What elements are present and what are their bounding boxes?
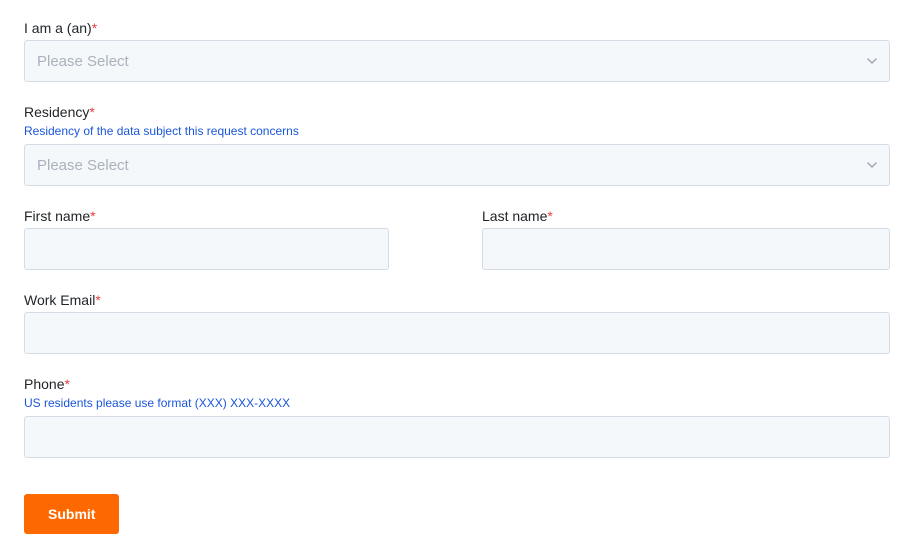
required-indicator: * [95,292,100,308]
last-name-label-text: Last name [482,208,547,224]
field-work-email: Work Email* [24,292,890,354]
data-request-form: I am a (an)* Please Select Residency* Re… [24,20,890,534]
field-residency: Residency* Residency of the data subject… [24,104,890,186]
required-indicator: * [547,208,552,224]
first-name-label: First name* [24,208,389,224]
last-name-label: Last name* [482,208,890,224]
residency-label-text: Residency [24,104,89,120]
first-name-input[interactable] [24,228,389,270]
required-indicator: * [92,20,97,36]
required-indicator: * [64,376,69,392]
phone-helper-text: US residents please use format (XXX) XXX… [24,396,890,410]
work-email-label-text: Work Email [24,292,95,308]
iam-label-text: I am a (an) [24,20,92,36]
required-indicator: * [89,104,94,120]
last-name-input[interactable] [482,228,890,270]
submit-button[interactable]: Submit [24,494,119,534]
residency-label: Residency* [24,104,890,120]
field-last-name: Last name* [482,208,890,270]
iam-label: I am a (an)* [24,20,890,36]
work-email-label: Work Email* [24,292,890,308]
work-email-input[interactable] [24,312,890,354]
phone-label: Phone* [24,376,890,392]
name-row: First name* Last name* [24,208,890,292]
field-first-name: First name* [24,208,389,270]
residency-helper-text: Residency of the data subject this reque… [24,124,890,138]
residency-select[interactable]: Please Select [24,144,890,186]
first-name-label-text: First name [24,208,90,224]
required-indicator: * [90,208,95,224]
iam-select[interactable]: Please Select [24,40,890,82]
field-phone: Phone* US residents please use format (X… [24,376,890,458]
phone-label-text: Phone [24,376,64,392]
field-iam: I am a (an)* Please Select [24,20,890,82]
phone-input[interactable] [24,416,890,458]
